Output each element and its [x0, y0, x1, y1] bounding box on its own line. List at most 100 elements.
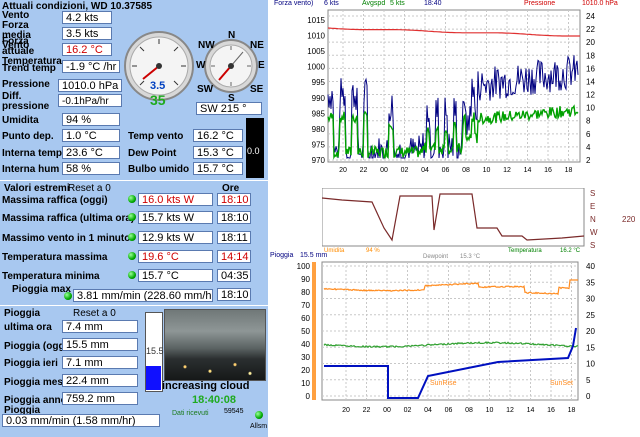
extreme-label-rain-max: Pioggia max	[12, 284, 71, 295]
clock-display: 18:40:08	[192, 394, 237, 406]
y-tick-left: 20	[301, 366, 310, 375]
label-dew-point: Dew Point	[128, 148, 177, 159]
extreme-label-temp-max: Temperatura massima	[2, 252, 108, 263]
extreme-value-max-wind-1min: 12.9 kts W	[138, 231, 213, 244]
legend-avg-val: 5 kts	[390, 0, 405, 7]
dir-axis-label: E	[590, 202, 595, 211]
y-tick-right: 24	[586, 12, 595, 21]
extreme-time-temp-min: 04:35	[217, 269, 251, 282]
x-tick: 04	[421, 167, 429, 174]
extreme-time-temp-max: 14:14	[217, 250, 251, 263]
x-tick: 16	[544, 167, 552, 174]
x-tick: 06	[445, 407, 453, 414]
y-tick-left: 970	[312, 156, 326, 165]
reset-dot-gust-today[interactable]	[128, 195, 136, 203]
y-tick-right: 15	[586, 343, 595, 352]
dir-legend-temp: Temperatura	[508, 248, 542, 254]
x-tick: 08	[465, 407, 473, 414]
reset-dot-max-wind-1min[interactable]	[128, 233, 136, 241]
extreme-value-gust-today: 16.0 kts W	[138, 193, 213, 206]
reset-dot-temp-min[interactable]	[128, 271, 136, 279]
x-tick: 22	[363, 407, 371, 414]
extreme-time-gust-today: 18:10	[217, 193, 251, 206]
rain-value-last-hour: 7.4 mm	[62, 320, 138, 333]
rain-gauge-fill	[146, 366, 161, 390]
y-tick-left: 50	[301, 327, 310, 336]
gauge-speed-readout-green: 35	[150, 92, 166, 108]
reset-dot-temp-max[interactable]	[128, 252, 136, 260]
y-tick-right: 14	[586, 77, 595, 86]
y-tick-right: 10	[586, 360, 595, 369]
y-tick-right: 25	[586, 311, 595, 320]
x-tick: 20	[339, 167, 347, 174]
webcam-image[interactable]	[164, 309, 266, 381]
y-tick-right: 5	[586, 376, 591, 385]
y-tick-right: 40	[586, 262, 595, 271]
y-tick-right: 30	[586, 295, 595, 304]
reset-dot-rain-max[interactable]	[64, 292, 72, 300]
forecast-text: increasing cloud	[162, 380, 250, 392]
compass-nw: NW	[198, 40, 215, 51]
value-indoor-hum: 58 %	[62, 162, 120, 175]
reset-dot-gust-hour[interactable]	[128, 213, 136, 221]
x-tick: 12	[506, 407, 514, 414]
y-tick-left: 10	[301, 379, 310, 388]
x-tick: 20	[342, 407, 350, 414]
label-trend: Trend temp	[2, 63, 56, 74]
extreme-value-temp-min: 15.7 °C	[138, 269, 213, 282]
rain-value-today: 15.5 mm	[62, 338, 138, 351]
x-tick: 02	[401, 167, 409, 174]
value-dewpoint: 1.0 °C	[62, 129, 120, 142]
y-tick-right: 6	[586, 130, 591, 139]
label-windchill: Temp vento	[128, 131, 184, 142]
y-tick-right: 8	[586, 117, 591, 126]
y-tick-right: 12	[586, 91, 595, 100]
x-tick: 22	[360, 167, 368, 174]
x-tick: 04	[424, 407, 432, 414]
value-avg-wind: 3.5 kts	[62, 27, 112, 40]
rain-title: Pioggia	[4, 308, 41, 319]
y-tick-left: 40	[301, 340, 310, 349]
webcam-lights	[165, 358, 265, 380]
temp-hum-rain-graph: 1009080706050403020100 4035302520151050 …	[297, 261, 595, 414]
y-tick-left: 90	[301, 275, 310, 284]
extreme-value-gust-hour: 15.7 kts W	[138, 211, 213, 224]
extreme-time-max-wind-1min: 18:11	[217, 231, 251, 244]
rain-label-today: Pioggia (oggi)	[4, 341, 71, 352]
dir-axis-label: S	[590, 189, 595, 198]
label-humidity: Umidita	[2, 115, 39, 126]
extreme-label-max-wind-1min: Massimo vento in 1 minuto	[2, 233, 131, 244]
wind-direction-graph: SENWS	[322, 188, 598, 250]
x-tick: 06	[442, 167, 450, 174]
x-tick: 10	[483, 167, 491, 174]
extremes-reset-button[interactable]: Reset a 0	[68, 183, 111, 194]
received-count: 59545	[224, 408, 244, 415]
rain-value-yesterday: 7.1 mm	[62, 356, 138, 369]
rain-value-month: 22.4 mm	[62, 374, 138, 387]
legend-pressure-val: 1010.0 hPa	[582, 0, 618, 7]
value-temp: 16.2 °C	[62, 43, 112, 56]
y-tick-left: 1005	[307, 47, 325, 56]
compass-sw: SW	[197, 84, 214, 95]
legend-wind: Forza vento)	[274, 0, 314, 7]
y-tick-left: 995	[312, 78, 326, 87]
rain-meter-value: 0.0	[247, 146, 260, 156]
y-tick-left: 70	[301, 301, 310, 310]
y-tick-right: 2	[586, 156, 591, 165]
compass-se: SE	[250, 84, 264, 95]
x-tick: 08	[462, 167, 470, 174]
extremes-title: Valori estremi	[4, 183, 70, 194]
y-tick-left: 1015	[307, 16, 325, 25]
label-pressure-diff: Diff. pressione	[2, 91, 50, 112]
y-tick-right: 18	[586, 51, 595, 60]
alarm-indicator-icon[interactable]	[255, 411, 263, 419]
x-tick: 12	[503, 167, 511, 174]
legend-time: 18:40	[424, 0, 442, 7]
rain-reset-button[interactable]: Reset a 0	[73, 308, 116, 319]
label-indoor-hum: Interna hum	[2, 164, 60, 175]
x-tick: 16	[547, 407, 555, 414]
label-indoor-temp: Interna temp.	[2, 148, 65, 159]
extreme-value-rain-max: 3.81 mm/min (228.60 mm/h	[73, 289, 213, 302]
compass-e: E	[258, 60, 265, 71]
x-tick: 14	[524, 167, 532, 174]
